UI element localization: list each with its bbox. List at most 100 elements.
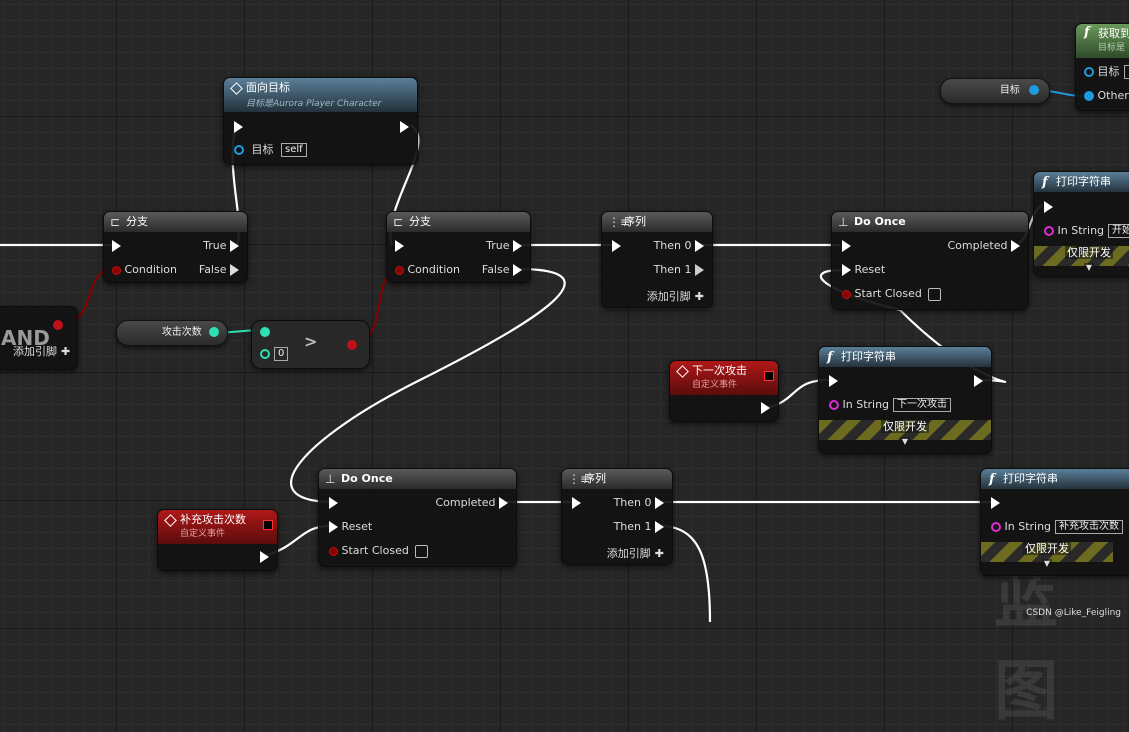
event-delegate-pin[interactable] (263, 520, 273, 530)
print-string3-in-string-pin[interactable]: In String补充攻击次数 (991, 520, 1123, 534)
plus-icon: ✚ (61, 345, 70, 358)
sequence2-header[interactable]: ⋮≡ 序列 (562, 469, 672, 489)
print-string2-dev-only-bar[interactable]: 仅限开发▼ (819, 420, 991, 440)
do-once2-header[interactable]: ⊥ Do Once (319, 469, 516, 489)
event-refill-node[interactable]: 补充攻击次数 自定义事件 (157, 509, 278, 571)
sequence1-then0-pin[interactable]: Then 0 (654, 239, 704, 253)
face-target-target-pin[interactable]: 目标 self (234, 143, 307, 157)
attack-count-label: 攻击次数 (162, 327, 202, 338)
branch1-true-pin[interactable]: True (203, 239, 239, 253)
expand-arrow-icon: ▼ (900, 437, 910, 446)
attack-count-variable-node[interactable]: 攻击次数 (116, 320, 228, 346)
and-output-pin[interactable] (53, 318, 63, 332)
greater-output-pin[interactable] (347, 338, 357, 352)
branch2-node[interactable]: ⊏ 分支 True Condition False (386, 211, 531, 283)
branch2-true-pin[interactable]: True (486, 239, 522, 253)
get-node-target-pin[interactable]: 目标 (1084, 65, 1129, 79)
plus-icon: ✚ (695, 290, 704, 303)
print-string2-value-field[interactable]: 下一次攻击 (893, 398, 951, 412)
do-once1-node[interactable]: ⊥ Do Once Completed Reset Start Closed (831, 211, 1029, 310)
face-target-exec-out[interactable] (400, 120, 409, 134)
do-once1-start-closed-checkbox[interactable] (928, 288, 941, 301)
greater-input-b-pin[interactable]: 0 (260, 347, 288, 361)
sequence2-then0-pin[interactable]: Then 0 (614, 496, 664, 510)
print-string1-in-string-label: In String (1058, 224, 1105, 237)
branch2-header[interactable]: ⊏ 分支 (387, 212, 530, 232)
print-string2-exec-in[interactable] (829, 374, 838, 388)
get-node-target-label: 目标 (1098, 65, 1120, 78)
event-refill-header[interactable]: 补充攻击次数 自定义事件 (158, 510, 277, 544)
sequence2-node[interactable]: ⋮≡ 序列 Then 0 Then 1 添加引脚✚ (561, 468, 673, 565)
do-once2-completed-pin[interactable]: Completed (436, 496, 509, 510)
branch2-condition-pin[interactable]: Condition (395, 263, 460, 277)
sequence1-node[interactable]: ⋮≡ 序列 Then 0 Then 1 添加引脚✚ (601, 211, 713, 308)
greater-than-node[interactable]: 0 > (251, 320, 370, 369)
branch1-header[interactable]: ⊏ 分支 (104, 212, 247, 232)
sequence2-then0-label: Then 0 (614, 496, 652, 509)
do-once1-start-closed-pin[interactable]: Start Closed (842, 287, 941, 301)
branch2-false-pin[interactable]: False (482, 263, 522, 277)
sequence2-then1-pin[interactable]: Then 1 (614, 520, 664, 534)
sequence1-then0-label: Then 0 (654, 239, 692, 252)
greater-value-field[interactable]: 0 (274, 347, 288, 361)
print-string1-value-field[interactable]: 开始 (1108, 224, 1129, 238)
event-next-attack-exec-out[interactable] (761, 401, 770, 415)
event-next-attack-node[interactable]: 下一次攻击 自定义事件 (669, 360, 779, 422)
print-string2-in-string-pin[interactable]: In String下一次攻击 (829, 398, 951, 412)
face-target-self-field[interactable]: self (281, 143, 307, 157)
sequence1-exec-in[interactable] (612, 239, 621, 253)
event-next-attack-header[interactable]: 下一次攻击 自定义事件 (670, 361, 778, 395)
print-string2-header[interactable]: f 打印字符串 (819, 347, 991, 367)
branch1-exec-in[interactable] (112, 239, 121, 253)
and-node[interactable]: AND 添加引脚✚ (0, 306, 78, 370)
sequence2-add-pin-button[interactable]: 添加引脚✚ (607, 547, 664, 561)
target-variable-node[interactable]: 目标 (940, 78, 1050, 104)
do-once1-exec-in[interactable] (842, 239, 851, 253)
do-once1-header[interactable]: ⊥ Do Once (832, 212, 1028, 232)
event-delegate-pin[interactable] (764, 371, 774, 381)
do-once1-start-closed-label: Start Closed (855, 287, 922, 300)
print-string3-node[interactable]: f 打印字符串 In String补充攻击次数 仅限开发▼ (980, 468, 1129, 576)
branch2-exec-in[interactable] (395, 239, 404, 253)
print-string3-value-field[interactable]: 补充攻击次数 (1055, 520, 1123, 534)
print-string2-node[interactable]: f 打印字符串 In String下一次攻击 仅限开发▼ (818, 346, 992, 454)
do-once1-completed-pin[interactable]: Completed (948, 239, 1021, 253)
sequence2-then1-label: Then 1 (614, 520, 652, 533)
event-refill-exec-out[interactable] (260, 550, 269, 564)
sequence1-then1-pin[interactable]: Then 1 (654, 263, 704, 277)
print-string3-header[interactable]: f 打印字符串 (981, 469, 1129, 489)
print-string1-header[interactable]: f 打印字符串 (1034, 172, 1129, 192)
do-once2-exec-in[interactable] (329, 496, 338, 510)
greater-input-a-pin[interactable] (260, 325, 270, 339)
face-target-exec-in[interactable] (234, 120, 243, 134)
print-string1-exec-in[interactable] (1044, 200, 1053, 214)
face-target-node[interactable]: 面向目标 目标是Aurora Player Character 目标 self (223, 77, 418, 165)
face-target-header[interactable]: 面向目标 目标是Aurora Player Character (224, 78, 417, 112)
print-string2-exec-out[interactable] (974, 374, 983, 388)
object-output-pin[interactable] (1029, 85, 1039, 95)
get-node-other-pin[interactable]: Other (1084, 89, 1129, 103)
int-output-pin[interactable] (209, 327, 219, 337)
branch1-node[interactable]: ⊏ 分支 True Condition False (103, 211, 248, 283)
get-node-target-field[interactable] (1124, 65, 1129, 79)
print-string3-dev-only-bar[interactable]: 仅限开发▼ (981, 542, 1113, 562)
do-once2-reset-pin[interactable]: Reset (329, 520, 372, 534)
get-node-header[interactable]: f 获取到 目标是 (1076, 24, 1129, 58)
get-node[interactable]: f 获取到 目标是 目标 Other (1075, 23, 1129, 111)
and-add-pin-button[interactable]: 添加引脚✚ (13, 345, 70, 359)
do-once2-start-closed-pin[interactable]: Start Closed (329, 544, 428, 558)
sequence1-header[interactable]: ⋮≡ 序列 (602, 212, 712, 232)
do-once2-start-closed-checkbox[interactable] (415, 545, 428, 558)
greater-operator: > (304, 335, 317, 349)
do-once1-reset-pin[interactable]: Reset (842, 263, 885, 277)
branch1-false-pin[interactable]: False (199, 263, 239, 277)
do-once2-node[interactable]: ⊥ Do Once Completed Reset Start Closed (318, 468, 517, 567)
sequence1-add-pin-button[interactable]: 添加引脚✚ (647, 290, 704, 304)
print-string3-exec-in[interactable] (991, 496, 1000, 510)
sequence2-exec-in[interactable] (572, 496, 581, 510)
object-pin-icon (234, 145, 244, 155)
branch1-condition-pin[interactable]: Condition (112, 263, 177, 277)
print-string1-node[interactable]: f 打印字符串 In String开始 仅限开发▼ (1033, 171, 1129, 277)
print-string1-in-string-pin[interactable]: In String开始 (1044, 224, 1129, 238)
print-string1-dev-only-bar[interactable]: 仅限开发▼ (1034, 246, 1129, 266)
